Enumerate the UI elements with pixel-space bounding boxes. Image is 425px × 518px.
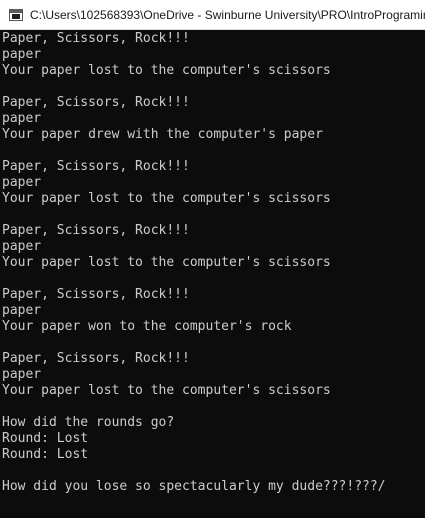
console-line: paper — [2, 47, 42, 62]
console-output[interactable]: Paper, Scissors, Rock!!! paper Your paper … — [0, 31, 425, 518]
console-line: Paper, Scissors, Rock!!! — [2, 31, 190, 46]
window-title: C:\Users\102568393\OneDrive - Swinburne … — [30, 8, 425, 22]
console-line: Round: Lost — [2, 447, 89, 462]
console-line: Round: Lost — [2, 431, 89, 446]
console-line: Paper, Scissors, Rock!!! — [2, 351, 190, 366]
console-line: Paper, Scissors, Rock!!! — [2, 95, 190, 110]
console-window: C:\Users\102568393\OneDrive - Swinburne … — [0, 0, 425, 518]
console-line: Your paper lost to the computer's scisso… — [2, 255, 331, 270]
title-bar[interactable]: C:\Users\102568393\OneDrive - Swinburne … — [0, 0, 425, 30]
console-line: paper — [2, 303, 42, 318]
console-line: paper — [2, 367, 42, 382]
console-line: paper — [2, 175, 42, 190]
console-line: paper — [2, 239, 42, 254]
console-line: Your paper lost to the computer's scisso… — [2, 383, 331, 398]
console-line: Your paper lost to the computer's scisso… — [2, 63, 331, 78]
console-line: How did the rounds go? — [2, 415, 175, 430]
console-line: Paper, Scissors, Rock!!! — [2, 159, 190, 174]
console-window-icon[interactable] — [9, 9, 23, 21]
console-line: paper — [2, 111, 42, 126]
console-line: Your paper won to the computer's rock — [2, 319, 292, 334]
console-line: Paper, Scissors, Rock!!! — [2, 223, 190, 238]
console-line: Your paper lost to the computer's scisso… — [2, 191, 331, 206]
console-line: Paper, Scissors, Rock!!! — [2, 287, 190, 302]
console-line: How did you lose so spectacularly my dud… — [2, 479, 386, 494]
console-line: Your paper drew with the computer's pape… — [2, 127, 323, 142]
